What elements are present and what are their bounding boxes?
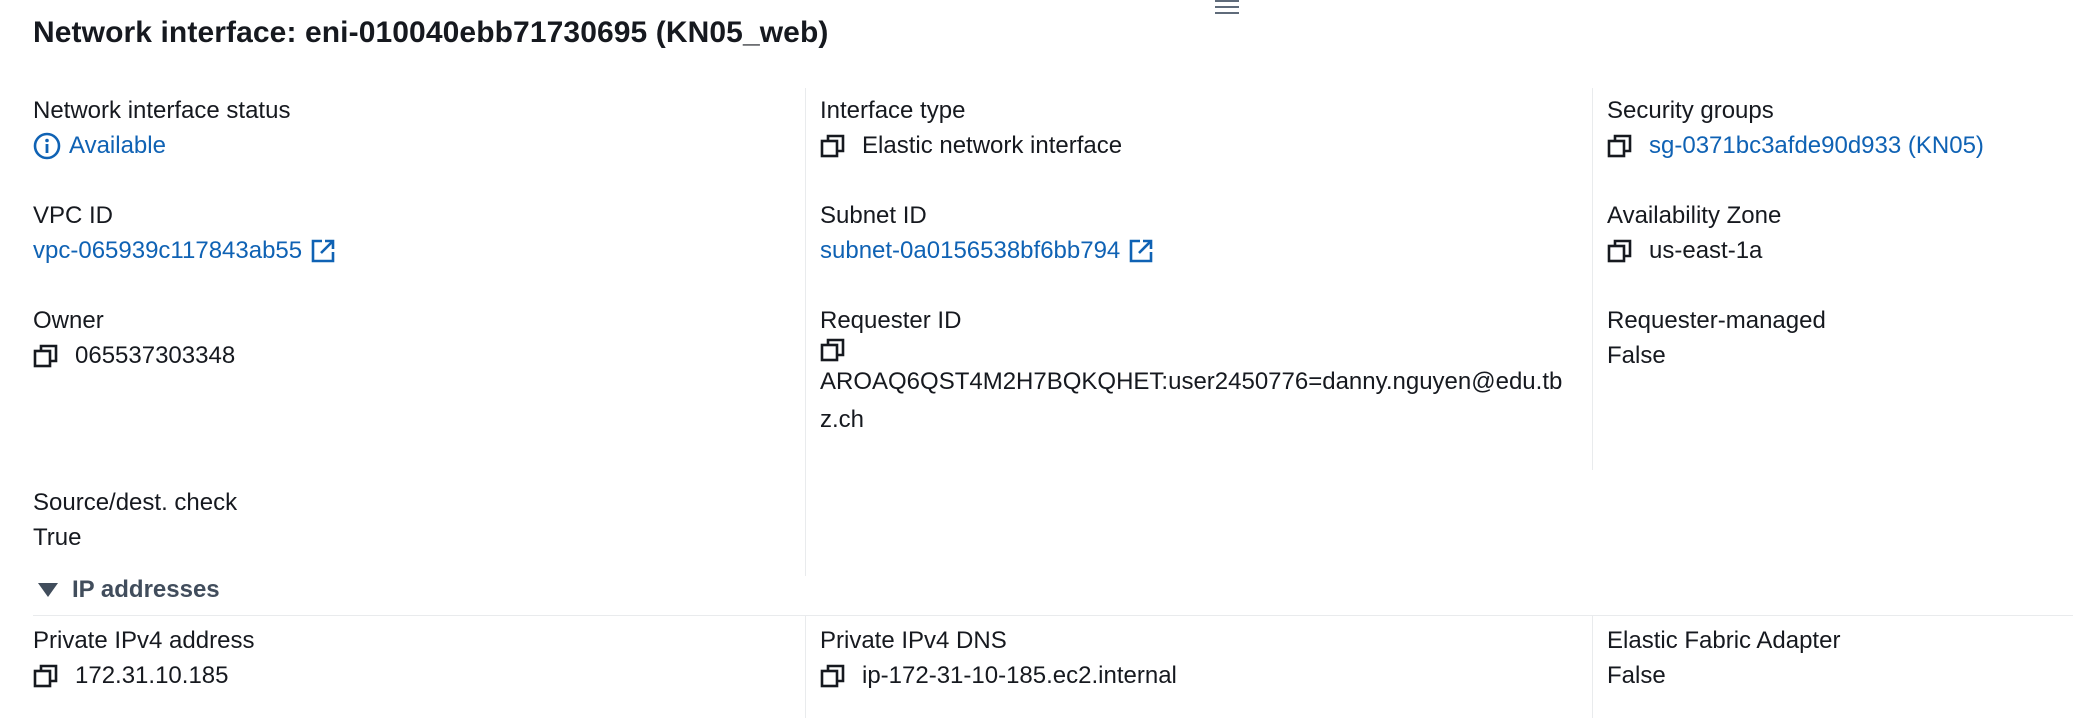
efa-value: False bbox=[1607, 662, 1666, 689]
security-groups-value: sg-0371bc3afde90d933 (KN05) bbox=[1607, 127, 1984, 165]
vpc-id-link[interactable]: vpc-065939c117843ab55 bbox=[33, 232, 302, 270]
section-divider bbox=[33, 615, 2073, 616]
status-text: Available bbox=[69, 132, 166, 159]
field-label: Network interface status bbox=[33, 97, 291, 124]
field-label: Subnet ID bbox=[820, 202, 927, 229]
field-availability-zone: Availability Zone us-east-1a bbox=[1607, 200, 1781, 270]
column-divider bbox=[805, 88, 806, 576]
subnet-id-link[interactable]: subnet-0a0156538bf6bb794 bbox=[820, 232, 1120, 270]
field-label: VPC ID bbox=[33, 202, 114, 229]
field-subnet-id: Subnet ID subnet-0a0156538bf6bb794 bbox=[820, 200, 1154, 270]
field-network-interface-status: Network interface status Available bbox=[33, 95, 290, 165]
security-group-link[interactable]: sg-0371bc3afde90d933 (KN05) bbox=[1649, 127, 1984, 165]
external-link-icon[interactable] bbox=[310, 238, 336, 264]
availability-zone-text: us-east-1a bbox=[1649, 237, 1763, 264]
field-label: Requester-managed bbox=[1607, 307, 1826, 334]
copy-icon[interactable] bbox=[820, 337, 846, 363]
field-requester-managed: Requester-managed False bbox=[1607, 305, 1826, 375]
page-title: Network interface: eni-010040ebb71730695… bbox=[33, 16, 829, 49]
drag-handle-icon[interactable] bbox=[1215, 0, 1239, 14]
requester-id-value: AROAQ6QST4M2H7BQKQHET:user2450776=danny.… bbox=[820, 363, 1590, 439]
copy-icon[interactable] bbox=[33, 343, 59, 369]
private-ipv4-value: 172.31.10.185 bbox=[33, 657, 254, 695]
requester-id-line: AROAQ6QST4M2H7BQKQHET:user2450776=danny.… bbox=[820, 368, 1563, 395]
owner-value: 065537303348 bbox=[33, 337, 235, 375]
field-security-groups: Security groups sg-0371bc3afde90d933 (KN… bbox=[1607, 95, 1984, 165]
column-divider bbox=[1592, 88, 1593, 470]
field-label: Owner bbox=[33, 307, 104, 334]
field-label: Interface type bbox=[820, 97, 966, 124]
copy-icon[interactable] bbox=[1607, 238, 1633, 264]
ip-addresses-heading: IP addresses bbox=[72, 576, 220, 603]
field-source-dest-check: Source/dest. check True bbox=[33, 487, 237, 557]
field-label: Private IPv4 address bbox=[33, 627, 255, 654]
copy-icon[interactable] bbox=[820, 133, 846, 159]
private-ipv4-text: 172.31.10.185 bbox=[75, 662, 229, 689]
field-label: Requester ID bbox=[820, 307, 962, 334]
copy-icon[interactable] bbox=[33, 663, 59, 689]
subnet-id-value: subnet-0a0156538bf6bb794 bbox=[820, 232, 1154, 270]
caret-down-icon bbox=[38, 583, 58, 597]
field-private-ipv4: Private IPv4 address 172.31.10.185 bbox=[33, 625, 254, 695]
owner-text: 065537303348 bbox=[75, 342, 236, 369]
requester-id-line: z.ch bbox=[820, 406, 865, 433]
field-elastic-fabric-adapter: Elastic Fabric Adapter False bbox=[1607, 625, 1840, 695]
private-dns-value: ip-172-31-10-185.ec2.internal bbox=[820, 657, 1177, 695]
info-icon bbox=[33, 132, 61, 160]
field-requester-id: Requester ID AROAQ6QST4M2H7BQKQHET:user2… bbox=[820, 305, 1590, 439]
copy-icon[interactable] bbox=[820, 663, 846, 689]
network-interface-details-panel: Network interface: eni-010040ebb71730695… bbox=[0, 0, 2073, 718]
interface-type-text: Elastic network interface bbox=[862, 132, 1123, 159]
field-interface-type: Interface type Elastic network interface bbox=[820, 95, 1122, 165]
field-label: Elastic Fabric Adapter bbox=[1607, 627, 1841, 654]
column-divider bbox=[1592, 616, 1593, 718]
field-label: Private IPv4 DNS bbox=[820, 627, 1007, 654]
requester-managed-value: False bbox=[1607, 342, 1666, 369]
field-label: Security groups bbox=[1607, 97, 1774, 124]
vpc-id-value: vpc-065939c117843ab55 bbox=[33, 232, 336, 270]
field-private-dns: Private IPv4 DNS ip-172-31-10-185.ec2.in… bbox=[820, 625, 1177, 695]
field-label: Availability Zone bbox=[1607, 202, 1782, 229]
availability-zone-value: us-east-1a bbox=[1607, 232, 1781, 270]
requester-id-copy bbox=[820, 337, 1590, 363]
external-link-icon[interactable] bbox=[1128, 238, 1154, 264]
field-vpc-id: VPC ID vpc-065939c117843ab55 bbox=[33, 200, 336, 270]
status-value: Available bbox=[33, 127, 290, 165]
ip-addresses-toggle[interactable]: IP addresses bbox=[38, 576, 220, 604]
field-label: Source/dest. check bbox=[33, 489, 238, 516]
interface-type-value: Elastic network interface bbox=[820, 127, 1122, 165]
private-dns-text: ip-172-31-10-185.ec2.internal bbox=[862, 662, 1177, 689]
source-dest-check-value: True bbox=[33, 524, 82, 551]
column-divider bbox=[805, 616, 806, 718]
field-owner: Owner 065537303348 bbox=[33, 305, 235, 375]
copy-icon[interactable] bbox=[1607, 133, 1633, 159]
